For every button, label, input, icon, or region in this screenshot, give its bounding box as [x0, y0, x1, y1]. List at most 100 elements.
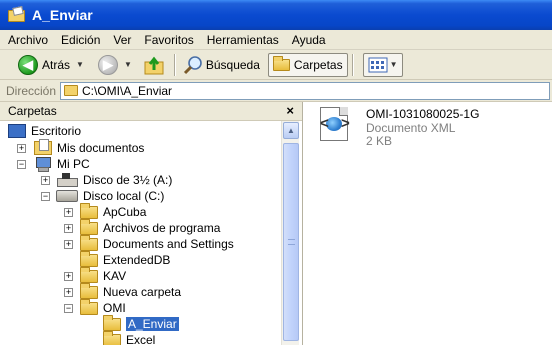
expand-plus-icon[interactable]: +: [64, 224, 73, 233]
tree-label: Mis documentos: [57, 141, 145, 155]
back-button[interactable]: ◀ Atrás ▼: [14, 53, 88, 77]
address-value: C:\OMI\A_Enviar: [82, 83, 173, 98]
views-dropdown-icon: ▼: [389, 60, 398, 69]
title-bar[interactable]: A_Enviar: [0, 0, 552, 30]
search-button[interactable]: Búsqueda: [179, 53, 264, 77]
folder-window-icon: [8, 6, 26, 23]
my-computer-icon: [34, 157, 52, 172]
address-label: Dirección: [6, 83, 57, 98]
back-arrow-icon: ◀: [18, 54, 38, 75]
toolbar-separator: [351, 53, 353, 76]
folder-icon: [80, 282, 98, 299]
tree-item-omi[interactable]: OMI: [80, 298, 126, 316]
tree-label: ExtendedDB: [103, 253, 171, 267]
file-item[interactable]: < > OMI-1031080025-1G Documento XML 2 KB: [316, 105, 479, 149]
folders-button[interactable]: Carpetas: [267, 52, 348, 77]
menu-favoritos[interactable]: Favoritos: [139, 33, 201, 47]
tree-item-excel[interactable]: Excel: [103, 330, 156, 345]
tree-item-floppy[interactable]: Disco de 3½ (A:): [56, 172, 172, 188]
close-icon[interactable]: ×: [286, 103, 294, 118]
address-input[interactable]: C:\OMI\A_Enviar: [60, 81, 550, 100]
tree-item-local-disk[interactable]: Disco local (C:): [56, 188, 164, 204]
floppy-drive-icon: [56, 173, 78, 187]
tree-item-mi-pc[interactable]: Mi PC: [34, 156, 90, 172]
tree-item-mis-documentos[interactable]: Mis documentos: [34, 139, 145, 156]
window-title: A_Enviar: [32, 7, 93, 23]
desktop-icon: [8, 124, 26, 138]
back-dropdown-icon[interactable]: ▼: [76, 60, 84, 69]
folder-icon: [80, 234, 98, 251]
tree-label: Excel: [126, 333, 156, 345]
expand-plus-icon[interactable]: +: [64, 208, 73, 217]
tree-label: Disco de 3½ (A:): [83, 173, 173, 187]
file-type: Documento XML: [366, 120, 456, 135]
forward-dropdown-icon[interactable]: ▼: [124, 60, 132, 69]
tree-item-a-enviar[interactable]: A_Enviar: [103, 314, 180, 332]
expand-plus-icon[interactable]: +: [41, 176, 50, 185]
search-icon: [183, 55, 202, 74]
tree-label-selected: A_Enviar: [125, 316, 180, 332]
collapse-minus-icon[interactable]: −: [41, 192, 50, 201]
tree-label: OMI: [103, 301, 126, 315]
tree-label: Archivos de programa: [103, 221, 221, 235]
file-list-pane: < > OMI-1031080025-1G Documento XML 2 KB: [304, 102, 552, 345]
folders-pane: Carpetas × Escritorio + Mis documentos −…: [0, 102, 303, 345]
tree-label: ApCuba: [103, 205, 147, 219]
tree-label: Mi PC: [57, 157, 90, 171]
menu-archivo[interactable]: Archivo: [3, 33, 56, 47]
folders-label: Carpetas: [293, 57, 343, 72]
back-label: Atrás: [42, 57, 71, 72]
views-icon: [368, 57, 388, 72]
folder-icon: [80, 202, 98, 219]
up-folder-button[interactable]: [140, 53, 170, 77]
xml-document-icon: < >: [316, 105, 352, 145]
toolbar-separator: [173, 53, 175, 76]
expand-plus-icon[interactable]: +: [64, 272, 73, 281]
tree-item-archivos-de-programa[interactable]: Archivos de programa: [80, 218, 221, 236]
toolbar: ◀ Atrás ▼ ▶ ▼ Búsqueda Carpetas ▼: [0, 50, 552, 80]
folder-tree: Escritorio + Mis documentos − Mi PC + Di…: [0, 121, 280, 345]
search-label: Búsqueda: [205, 57, 260, 72]
file-size: 2 KB: [366, 134, 393, 148]
folder-icon: [80, 250, 98, 267]
tree-item-documents-and-settings[interactable]: Documents and Settings: [80, 234, 234, 252]
folder-icon: [80, 218, 98, 235]
menu-herramientas[interactable]: Herramientas: [202, 33, 287, 47]
folder-icon: [64, 85, 79, 96]
expand-plus-icon[interactable]: +: [64, 240, 73, 249]
menu-bar: Archivo Edición Ver Favoritos Herramient…: [0, 30, 552, 50]
folders-icon: [272, 55, 290, 71]
tree-item-extendeddb[interactable]: ExtendedDB: [80, 250, 171, 268]
grip-icon: [288, 239, 295, 245]
forward-arrow-icon: ▶: [97, 54, 118, 75]
forward-button[interactable]: ▶ ▼: [94, 53, 136, 77]
collapse-minus-icon[interactable]: −: [64, 304, 73, 313]
tree-label: Disco local (C:): [83, 189, 165, 203]
open-folder-icon: [103, 314, 121, 331]
tree-scrollbar[interactable]: ▲: [281, 121, 299, 345]
folder-icon: [80, 266, 98, 283]
scroll-thumb[interactable]: [283, 143, 299, 341]
views-button[interactable]: ▼: [362, 52, 403, 77]
tree-item-escritorio[interactable]: Escritorio: [8, 123, 81, 139]
collapse-minus-icon[interactable]: −: [17, 160, 26, 169]
folder-icon: [103, 330, 121, 345]
menu-edicion[interactable]: Edición: [56, 33, 108, 47]
expand-plus-icon[interactable]: +: [17, 144, 26, 153]
hard-disk-icon: [56, 190, 78, 202]
folders-pane-title: Carpetas: [8, 104, 57, 118]
menu-ver[interactable]: Ver: [108, 33, 139, 47]
tree-label: Escritorio: [31, 124, 82, 138]
tree-item-nueva-carpeta[interactable]: Nueva carpeta: [80, 282, 181, 300]
address-bar: Dirección C:\OMI\A_Enviar: [0, 80, 552, 102]
tree-item-apcuba[interactable]: ApCuba: [80, 202, 147, 220]
file-name: OMI-1031080025-1G: [366, 107, 480, 121]
expand-plus-icon[interactable]: +: [64, 288, 73, 297]
my-documents-icon: [34, 139, 52, 155]
tree-item-kav[interactable]: KAV: [80, 266, 126, 284]
open-folder-icon: [80, 298, 98, 315]
menu-ayuda[interactable]: Ayuda: [287, 33, 334, 47]
up-folder-icon: [144, 56, 164, 74]
scroll-up-arrow-icon[interactable]: ▲: [283, 122, 299, 139]
tree-label: Documents and Settings: [103, 237, 234, 251]
